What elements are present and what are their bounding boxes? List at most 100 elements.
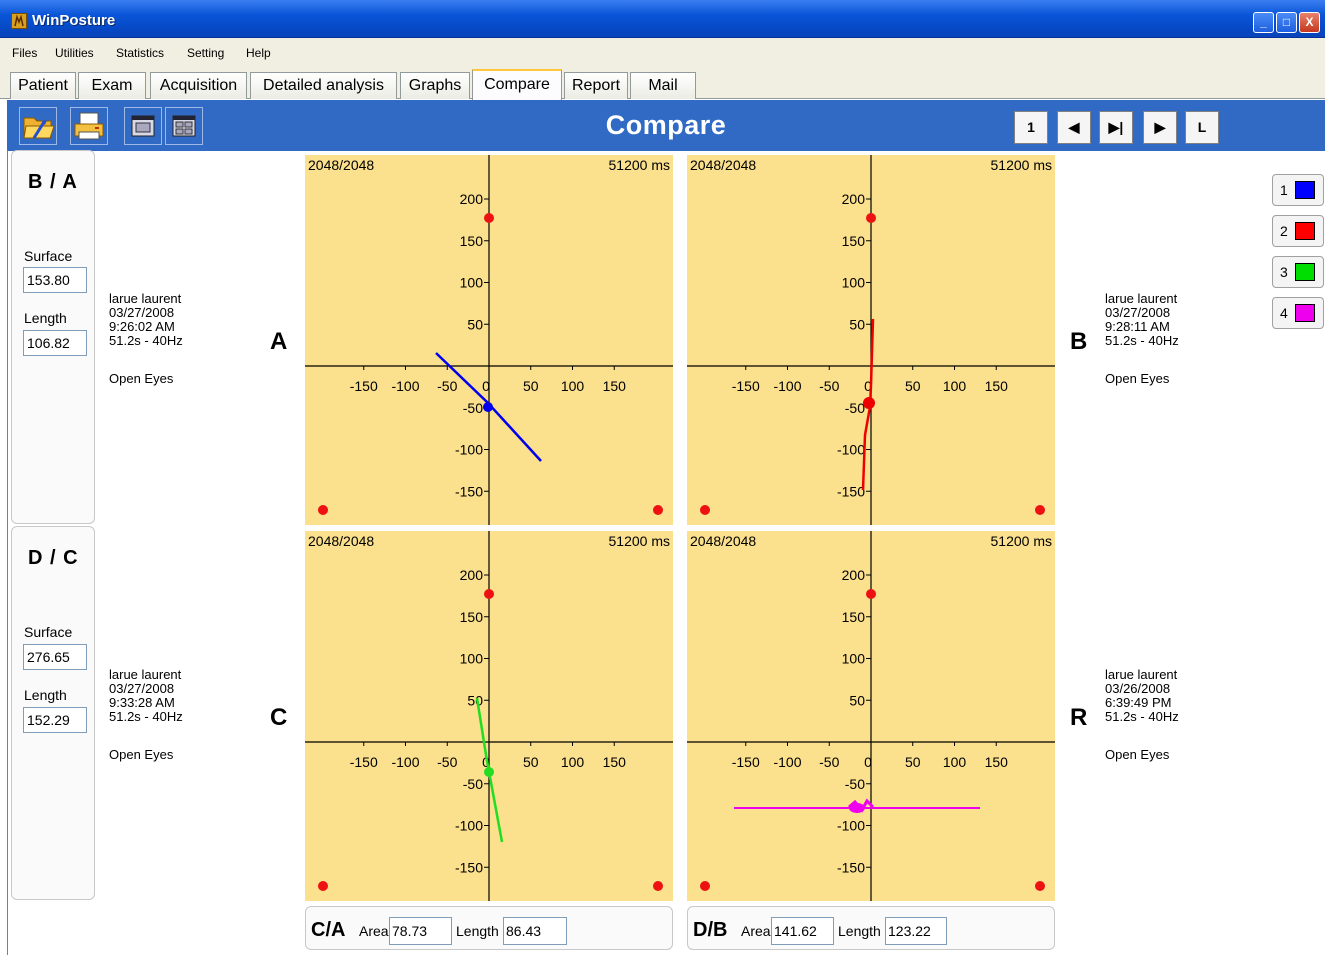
- legend-item-2[interactable]: 2: [1272, 215, 1324, 247]
- length-field[interactable]: 123.22: [885, 917, 947, 945]
- length-label: Length: [24, 687, 67, 703]
- legend-label: 2: [1280, 223, 1288, 239]
- legend-label: 1: [1280, 182, 1288, 198]
- nav-step-button[interactable]: ▶|: [1099, 111, 1133, 144]
- nav-next-button[interactable]: ▶: [1143, 111, 1177, 144]
- menu-statistics[interactable]: Statistics: [116, 46, 164, 60]
- recording-info-b: larue laurent 03/27/2008 9:28:11 AM 51.2…: [1105, 292, 1179, 386]
- x-tick-label: 150: [603, 378, 627, 394]
- y-tick-label: 200: [460, 567, 484, 583]
- y-tick-label: 100: [460, 651, 484, 667]
- x-tick-label: -150: [732, 754, 760, 770]
- y-tick-label: 100: [842, 651, 866, 667]
- panel-d-over-c: D / C Surface 276.65 Length 152.29: [11, 526, 95, 900]
- plot-canvas: 20015010050-50-100-150-150 -100 -50 0 50 100 1…: [687, 155, 1055, 525]
- x-tick-label: -100: [391, 754, 419, 770]
- panel-title: B / A: [28, 171, 78, 193]
- y-tick-label: -50: [845, 776, 865, 792]
- legend-item-3[interactable]: 3: [1272, 256, 1324, 288]
- surface-field[interactable]: 153.80: [23, 267, 87, 293]
- toolbar: Compare 1 ◀ ▶| ▶ L: [7, 100, 1325, 151]
- minimize-button[interactable]: _: [1253, 12, 1274, 33]
- x-tick-label: -50: [437, 754, 457, 770]
- recording-rate: 51.2s - 40Hz: [109, 709, 183, 724]
- menu-utilities[interactable]: Utilities: [55, 46, 94, 60]
- sample-count: 2048/2048: [690, 533, 757, 549]
- x-tick-label: -100: [773, 378, 801, 394]
- x-tick-label: 150: [985, 754, 1009, 770]
- legend-label: 4: [1280, 305, 1288, 321]
- length-field[interactable]: 152.29: [23, 707, 87, 733]
- x-tick-label: -150: [350, 754, 378, 770]
- reference-marker: [1035, 881, 1045, 891]
- tab-patient[interactable]: Patient: [10, 72, 76, 99]
- area-field[interactable]: 78.73: [389, 917, 452, 945]
- reference-marker: [484, 213, 494, 223]
- close-button[interactable]: X: [1299, 12, 1320, 33]
- legend-item-4[interactable]: 4: [1272, 297, 1324, 329]
- x-tick-label: 0: [864, 754, 872, 770]
- nav-last-button[interactable]: L: [1185, 111, 1219, 144]
- reference-marker: [653, 881, 663, 891]
- recording-rate: 51.2s - 40Hz: [1105, 333, 1179, 348]
- surface-field[interactable]: 276.65: [23, 644, 87, 670]
- duration-label: 51200 ms: [608, 533, 670, 549]
- menu-help[interactable]: Help: [246, 46, 271, 60]
- recording-date: 03/27/2008: [109, 305, 175, 320]
- patient-name: larue laurent: [1105, 291, 1178, 306]
- x-tick-label: 50: [905, 754, 921, 770]
- y-tick-label: 200: [842, 191, 866, 207]
- tab-acquisition[interactable]: Acquisition: [150, 72, 247, 99]
- area-field[interactable]: 141.62: [771, 917, 834, 945]
- recording-date: 03/27/2008: [109, 681, 175, 696]
- reference-marker: [866, 213, 876, 223]
- legend-item-1[interactable]: 1: [1272, 174, 1324, 206]
- tab-bar: Patient Exam Acquisition Detailed analys…: [0, 67, 1325, 100]
- y-tick-label: -150: [837, 483, 865, 499]
- y-tick-label: -150: [837, 859, 865, 875]
- y-tick-label: 150: [460, 609, 484, 625]
- length-field[interactable]: 106.82: [23, 330, 87, 356]
- tab-detailed-analysis[interactable]: Detailed analysis: [250, 72, 397, 99]
- menu-setting[interactable]: Setting: [187, 46, 224, 60]
- x-tick-label: 0: [482, 378, 490, 394]
- x-tick-label: -50: [819, 754, 839, 770]
- y-tick-label: -100: [455, 818, 483, 834]
- recording-info-a: larue laurent 03/27/2008 9:26:02 AM 51.2…: [109, 292, 183, 386]
- plot-canvas: 20015010050-50-100-150-150 -100 -50 0 50 100 1…: [687, 531, 1055, 901]
- recording-time: 9:26:02 AM: [109, 319, 175, 334]
- tab-mail[interactable]: Mail: [630, 72, 696, 99]
- nav-prev-button[interactable]: ◀: [1057, 111, 1091, 144]
- tab-report[interactable]: Report: [564, 72, 628, 99]
- legend-swatch: [1295, 263, 1315, 281]
- recording-time: 9:28:11 AM: [1105, 319, 1170, 334]
- trajectory-a-center: [483, 402, 493, 412]
- reference-marker: [700, 881, 710, 891]
- compare-d-b: D/B Area 141.62 Length 123.22: [687, 906, 1055, 950]
- length-field[interactable]: 86.43: [503, 917, 567, 945]
- y-tick-label: 100: [460, 275, 484, 291]
- reference-marker: [653, 505, 663, 515]
- y-tick-label: -50: [463, 776, 483, 792]
- maximize-button[interactable]: □: [1276, 12, 1297, 33]
- tab-compare[interactable]: Compare: [472, 69, 562, 100]
- y-tick-label: -50: [845, 400, 865, 416]
- tab-graphs[interactable]: Graphs: [400, 72, 470, 99]
- x-tick-label: -150: [350, 378, 378, 394]
- y-tick-label: 100: [842, 275, 866, 291]
- reference-marker: [700, 505, 710, 515]
- x-tick-label: 150: [603, 754, 627, 770]
- y-tick-label: 50: [849, 316, 865, 332]
- nav-first-button[interactable]: 1: [1014, 111, 1048, 144]
- menu-files[interactable]: Files: [12, 46, 37, 60]
- legend-swatch: [1295, 222, 1315, 240]
- y-tick-label: -150: [455, 859, 483, 875]
- y-tick-label: 200: [460, 191, 484, 207]
- length-label: Length: [24, 310, 67, 326]
- sample-count: 2048/2048: [690, 157, 757, 173]
- reference-marker: [318, 505, 328, 515]
- app-icon: [11, 13, 27, 29]
- length-label: Length: [456, 923, 499, 939]
- plot-label-b: B: [1070, 328, 1088, 355]
- tab-exam[interactable]: Exam: [78, 72, 146, 99]
